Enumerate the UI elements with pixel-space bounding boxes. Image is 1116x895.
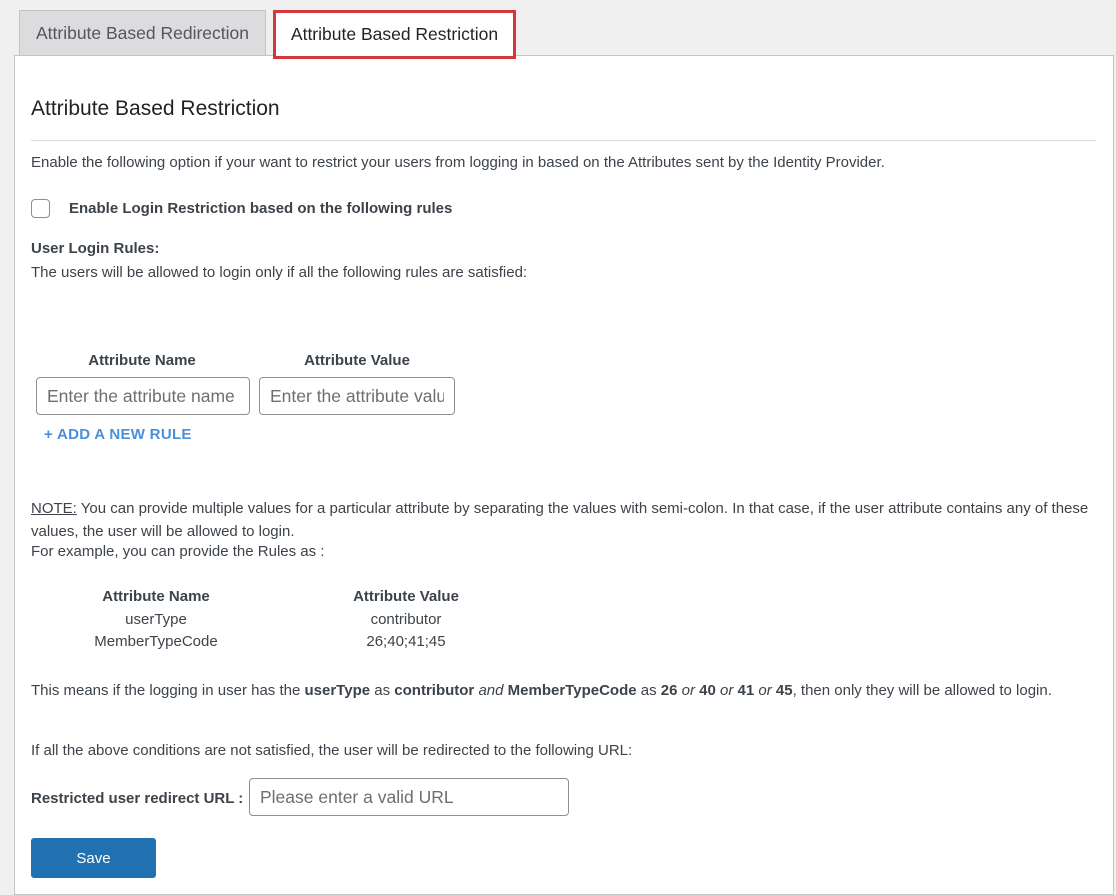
rules-description: The users will be allowed to login only …: [31, 264, 528, 281]
explanation-text: as: [636, 682, 661, 699]
section-description: Enable the following option if your want…: [31, 154, 885, 171]
explanation-text: as: [370, 682, 395, 699]
example-intro: For example, you can provide the Rules a…: [31, 543, 325, 560]
example-cell: userType: [125, 611, 187, 628]
tab-bar: Attribute Based Redirection Attribute Ba…: [0, 0, 1116, 59]
explanation-bold: contributor: [394, 682, 475, 699]
save-button[interactable]: Save: [31, 838, 156, 878]
explanation-bold: 26: [660, 682, 678, 699]
explanation-paragraph: This means if the logging in user has th…: [31, 679, 1091, 702]
explanation-text: This means if the logging in user has th…: [31, 682, 305, 699]
redirect-url-input[interactable]: [249, 778, 569, 816]
redirect-condition-text: If all the above conditions are not sati…: [31, 742, 633, 759]
explanation-italic: or: [720, 682, 734, 699]
explanation-bold: 40: [699, 682, 716, 699]
explanation-bold: userType: [304, 682, 371, 699]
tab-attribute-based-restriction[interactable]: Attribute Based Restriction: [273, 10, 516, 59]
rules-title: User Login Rules:: [31, 240, 160, 257]
note-text: You can provide multiple values for a pa…: [31, 500, 1089, 540]
attribute-value-header: Attribute Value: [304, 352, 410, 369]
section-title: Attribute Based Restriction: [31, 97, 280, 120]
tab-attribute-based-redirection[interactable]: Attribute Based Redirection: [19, 10, 266, 56]
explanation-bold: MemberTypeCode: [507, 682, 637, 699]
add-new-rule-link[interactable]: + ADD A NEW RULE: [44, 426, 192, 443]
example-cell: 26;40;41;45: [366, 633, 446, 650]
attribute-value-input[interactable]: [259, 377, 455, 415]
note-paragraph: NOTE: You can provide multiple values fo…: [31, 497, 1091, 543]
attribute-name-header: Attribute Name: [88, 352, 196, 369]
explanation-bold: 45: [775, 682, 793, 699]
explanation-text: , then only they will be allowed to logi…: [792, 682, 1052, 699]
redirect-url-label: Restricted user redirect URL :: [31, 790, 244, 807]
attribute-name-input[interactable]: [36, 377, 250, 415]
explanation-italic: or: [758, 682, 772, 699]
example-header-name: Attribute Name: [102, 588, 210, 605]
explanation-italic: and: [478, 682, 504, 699]
example-header-value: Attribute Value: [353, 588, 459, 605]
enable-restriction-checkbox[interactable]: [31, 199, 50, 218]
settings-panel: [14, 55, 1114, 895]
explanation-italic: or: [681, 682, 695, 699]
note-prefix: NOTE:: [31, 500, 77, 517]
example-cell: MemberTypeCode: [94, 633, 218, 650]
divider: [31, 140, 1096, 141]
enable-restriction-label[interactable]: Enable Login Restriction based on the fo…: [69, 200, 452, 217]
example-cell: contributor: [370, 611, 442, 628]
explanation-bold: 41: [737, 682, 755, 699]
